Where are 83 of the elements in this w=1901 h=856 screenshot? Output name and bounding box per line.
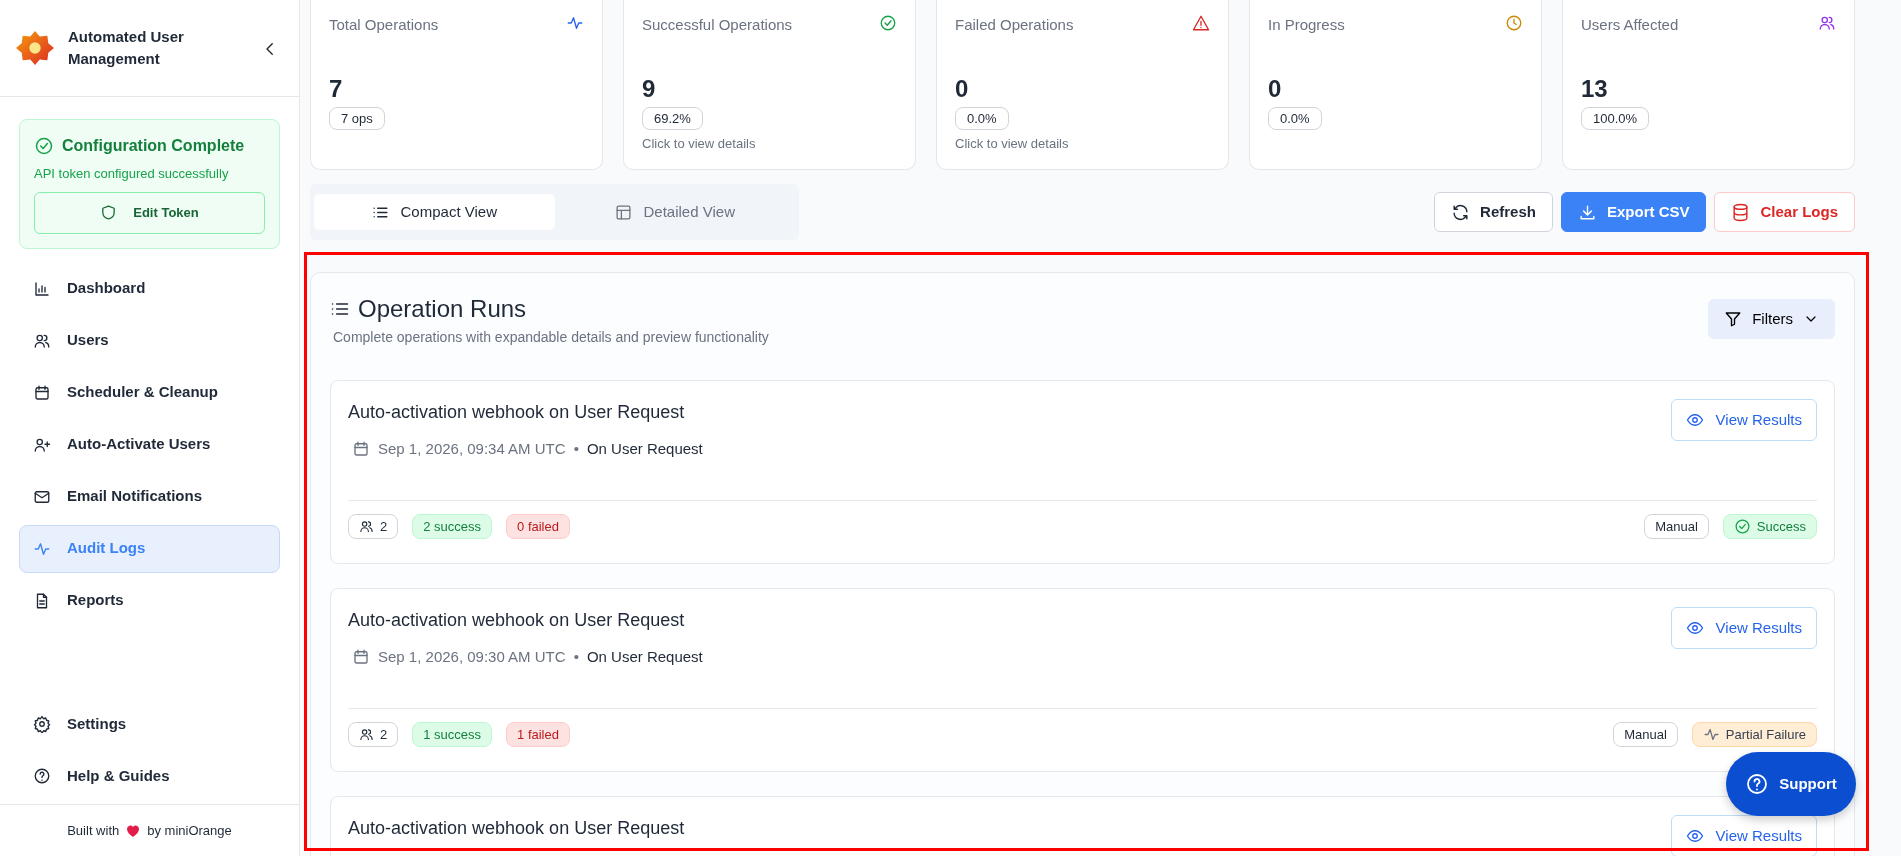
eye-icon [1685, 619, 1704, 637]
view-results-button[interactable]: View Results [1670, 399, 1817, 441]
stat-link[interactable]: Click to view details [955, 134, 1210, 154]
stat-label: Total Operations [329, 15, 439, 35]
run-title: Auto-activation webhook on User Request [348, 817, 685, 840]
nav-item[interactable]: Auto-Activate Users [19, 420, 280, 469]
view-results-button[interactable]: View Results [1670, 815, 1817, 856]
stat-badge: 7 ops [329, 106, 385, 130]
nav-item[interactable]: Settings [19, 700, 280, 748]
bullet-separator: • [573, 647, 579, 667]
run-trigger: On User Request [586, 647, 703, 667]
stat-label: Failed Operations [955, 15, 1074, 35]
status-label: Success [1756, 517, 1806, 536]
stat-link[interactable]: Click to view details [642, 134, 897, 154]
stat-value: 9 [642, 73, 657, 104]
settings-icon [33, 715, 51, 733]
refresh-icon [1451, 202, 1471, 222]
run-type: Manual [1613, 721, 1678, 747]
view-tab[interactable]: Detailed View [554, 194, 795, 230]
run-title: Auto-activation webhook on User Request [348, 609, 686, 632]
view-results-button[interactable]: View Results [1670, 607, 1817, 649]
footer-text: Built with [67, 821, 120, 840]
nav-item[interactable]: Reports [19, 576, 280, 625]
run-trigger: On User Request [586, 439, 703, 459]
check-circle-icon [34, 136, 54, 156]
run-type: Manual [1644, 513, 1709, 539]
filter-icon [1724, 310, 1743, 328]
success-count: 1 success [412, 721, 493, 747]
stat-badge: 0.0% [955, 106, 1009, 130]
panel-title: Operation Runs [358, 294, 527, 324]
stat-badge: 100.0% [1581, 106, 1650, 130]
shield-icon [100, 204, 118, 221]
refresh-button[interactable]: Refresh [1434, 192, 1553, 232]
stat-badge: 69.2% [642, 106, 703, 130]
nav-item[interactable]: Dashboard [19, 264, 280, 313]
failed-count: 1 failed [506, 721, 570, 747]
database-icon [1731, 202, 1751, 222]
filters-button[interactable]: Filters [1708, 299, 1835, 339]
help-icon [1745, 772, 1770, 796]
user-count: 2 [380, 725, 388, 744]
stat-label: Successful Operations [642, 15, 793, 35]
success-count: 2 success [412, 513, 493, 539]
bullet-separator: • [573, 439, 579, 459]
table-icon [614, 203, 632, 221]
user-count: 2 [380, 517, 388, 536]
export-button[interactable]: Export CSV [1560, 192, 1707, 232]
eye-icon [1685, 827, 1704, 845]
nav-item[interactable]: Help & Guides [19, 752, 280, 800]
help-icon [33, 767, 51, 785]
support-button[interactable]: Support [1726, 752, 1856, 816]
nav-item[interactable]: Scheduler & Cleanup [19, 368, 280, 417]
stat-value: 0 [1268, 73, 1283, 104]
edit-token-button[interactable]: Edit Token [34, 191, 265, 234]
app-title: Automated User Management [68, 27, 185, 69]
footer-text: by miniOrange [147, 821, 232, 840]
bar-chart-icon [33, 279, 51, 298]
stat-badge: 0.0% [1268, 106, 1322, 130]
download-icon [1577, 202, 1597, 222]
view-tab[interactable]: Compact View [314, 194, 555, 230]
stat-label: Users Affected [1581, 15, 1679, 35]
config-title: Configuration Complete [62, 136, 245, 156]
logo-icon [16, 29, 54, 67]
stat-value: 13 [1581, 73, 1609, 104]
check-circle-icon [1733, 517, 1751, 535]
nav-item[interactable]: Email Notifications [19, 472, 280, 521]
run-date: Sep 1, 2026, 09:30 AM UTC [378, 647, 566, 667]
eye-icon [1685, 411, 1704, 429]
run-title: Auto-activation webhook on User Request [348, 401, 686, 424]
calendar-icon [352, 648, 370, 667]
failed-count: 0 failed [506, 513, 570, 539]
config-message: API token configured successfully [34, 165, 230, 183]
stat-value: 0 [955, 73, 970, 104]
stat-value: 7 [329, 73, 344, 104]
status-label: Partial Failure [1725, 725, 1806, 744]
users-icon [359, 726, 374, 742]
clear-button[interactable]: Clear Logs [1714, 192, 1855, 232]
nav-item[interactable]: Users [19, 316, 280, 365]
calendar-icon [352, 440, 370, 459]
users-icon [359, 518, 374, 534]
stat-label: In Progress [1268, 15, 1345, 35]
panel-subtitle: Complete operations with expandable details and preview functionality [333, 328, 769, 347]
run-date: Sep 1, 2026, 09:34 AM UTC [378, 439, 566, 459]
calendar-icon [33, 383, 51, 402]
